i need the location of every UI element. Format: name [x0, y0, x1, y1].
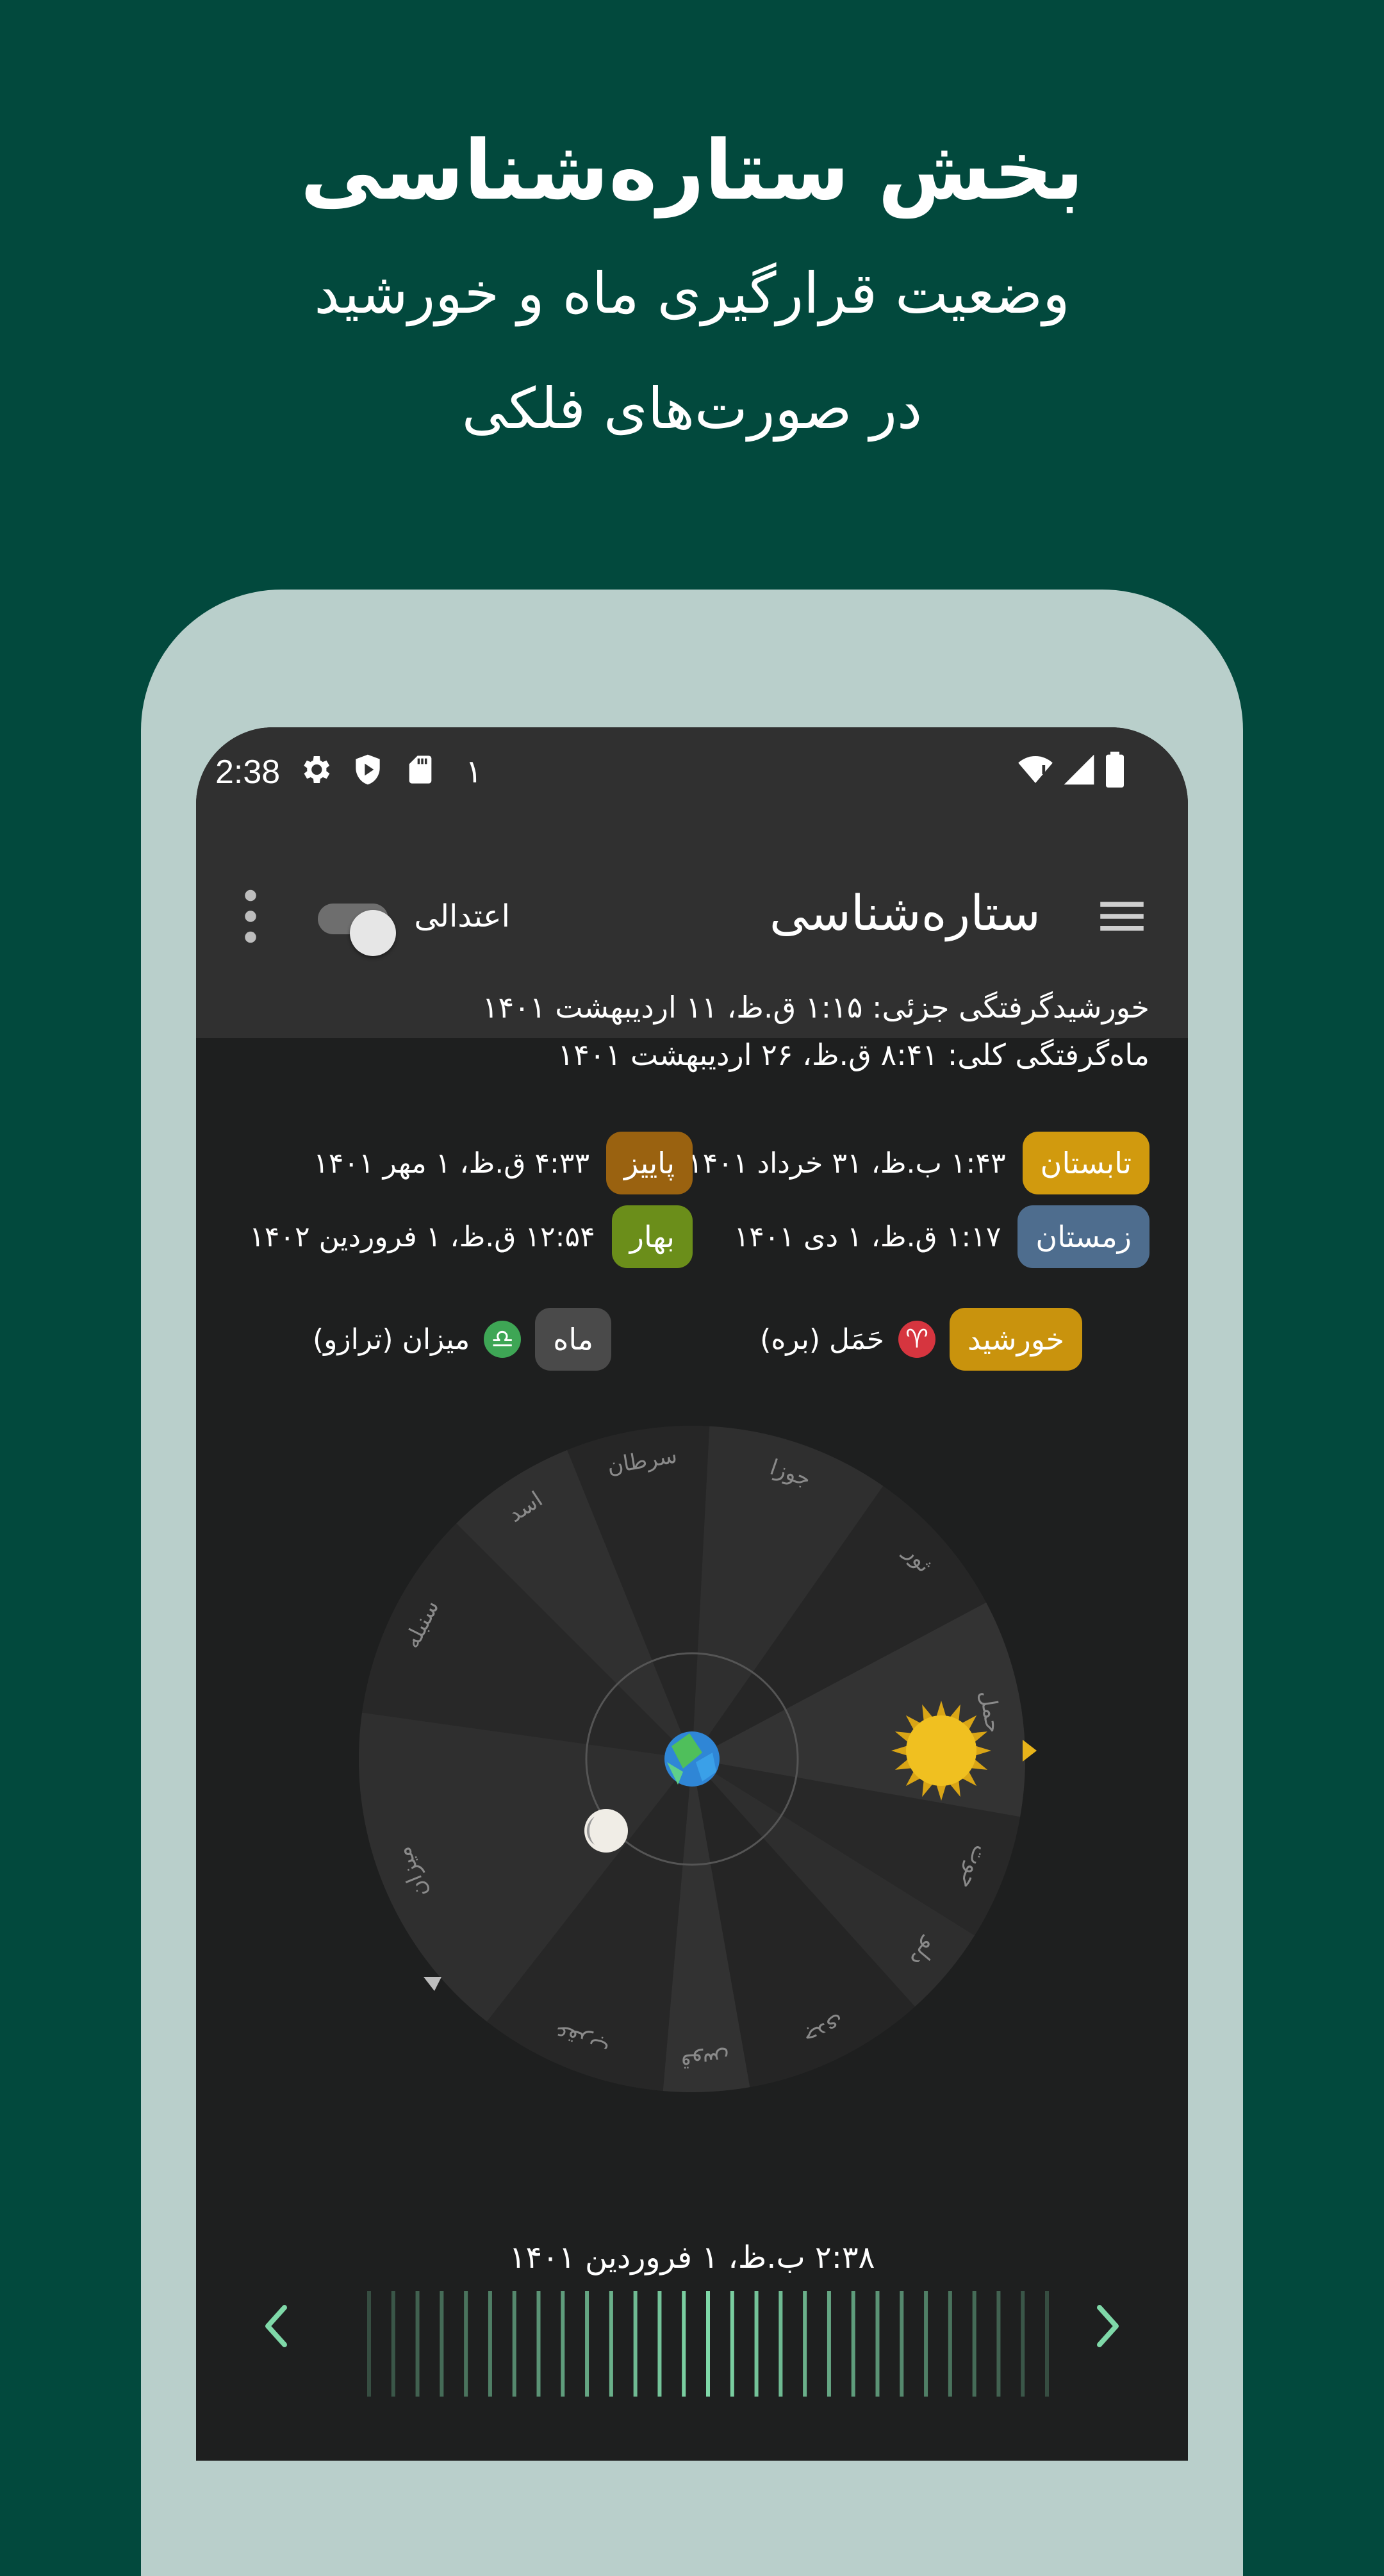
- phone-screen: 2:38 ۱ ستاره‌شناسی اعتدا: [196, 727, 1188, 2461]
- timeline-ticks[interactable]: [196, 2291, 1188, 2419]
- chevron-left-icon[interactable]: [265, 2305, 287, 2347]
- promo-subtitle-line2: در صورت‌های فلکی: [461, 376, 923, 442]
- promo-subtitle-line1: وضعیت قرارگیری ماه و خورشید: [314, 260, 1070, 326]
- timeline-time-label: ۲:۳۸ ب.ظ، ۱ فروردین ۱۴۰۱: [509, 2240, 875, 2275]
- moon-marker-icon: [424, 1977, 441, 1991]
- sun-icon: [891, 1701, 991, 1801]
- promo-title: بخش ستاره‌شناسی: [300, 123, 1084, 219]
- earth-icon: [664, 1731, 720, 1787]
- chevron-right-icon[interactable]: [1097, 2305, 1119, 2347]
- zodiac-wheel[interactable]: جوزاثورحملحوتدلوجدیقوسعقربمیزانسنبلهاسدس…: [196, 727, 1188, 2201]
- sun-marker-icon: [1023, 1740, 1037, 1762]
- timeline-slider[interactable]: [196, 2291, 1188, 2419]
- moon-icon: [584, 1809, 628, 1853]
- wheel-sign-label: قوس: [680, 2047, 730, 2074]
